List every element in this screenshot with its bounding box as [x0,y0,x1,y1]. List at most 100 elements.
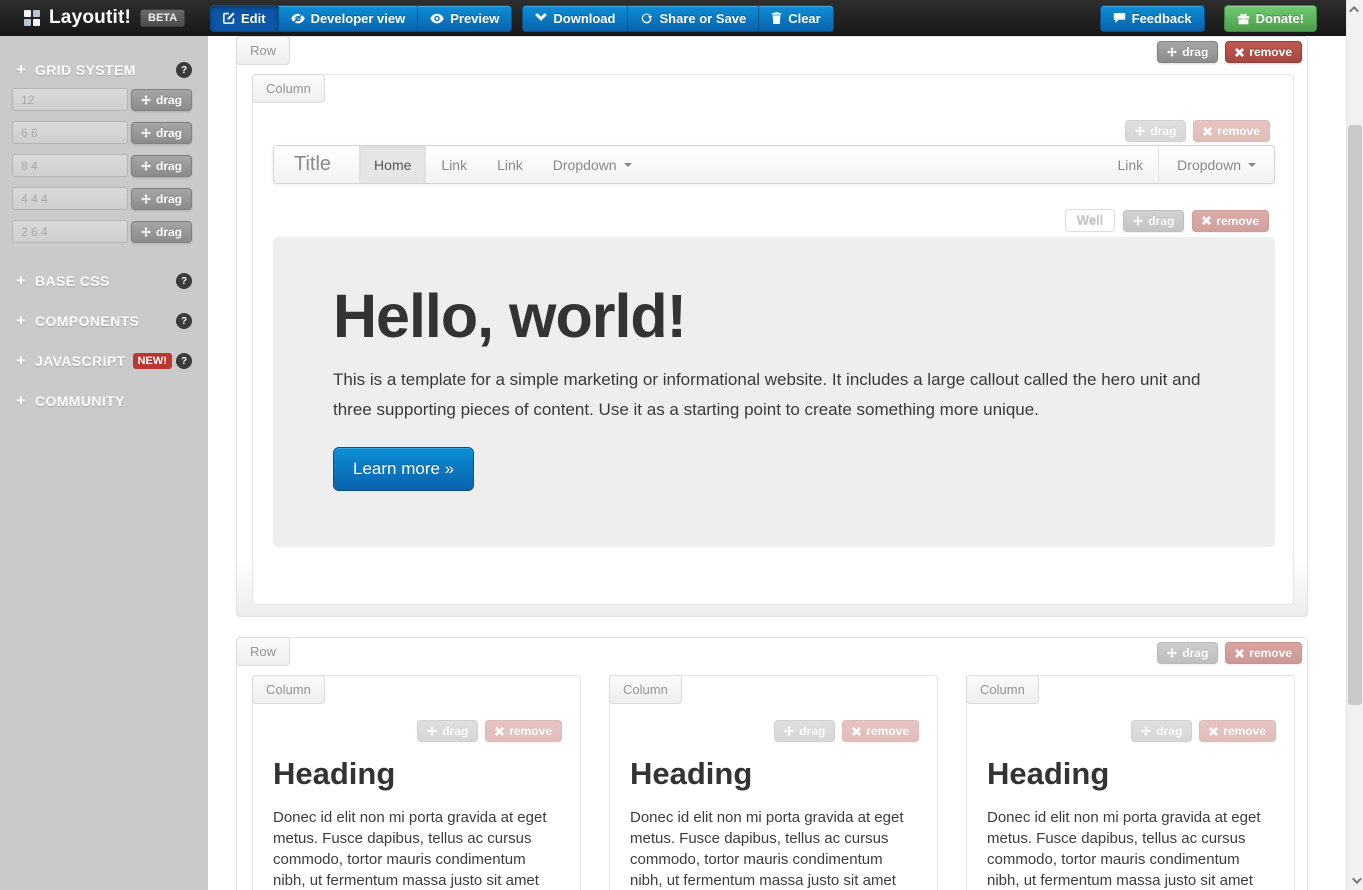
clear-button[interactable]: Clear [759,5,834,32]
x-icon [852,727,861,736]
nav-item-dropdown[interactable]: Dropdown [538,146,647,183]
nav-item-dropdown-right[interactable]: Dropdown [1158,146,1274,183]
nav-item-link-right[interactable]: Link [1102,146,1158,183]
eye-slash-icon [291,13,305,24]
caret-down-icon [1248,163,1256,167]
hero-text: This is a template for a simple marketin… [333,365,1215,425]
move-icon [141,128,151,138]
remove-button[interactable]: remove [842,720,919,742]
navbar-brand[interactable]: Title [274,146,351,183]
drag-handle[interactable]: drag [131,188,192,210]
help-icon[interactable]: ? [176,353,192,369]
remove-button[interactable]: remove [1192,210,1269,232]
drag-handle[interactable]: drag [131,155,192,177]
developer-view-button[interactable]: Developer view [279,5,419,32]
move-icon [141,227,151,237]
plus-icon: + [16,63,26,77]
move-icon [1167,648,1177,658]
download-button[interactable]: Download [522,5,628,32]
navbar-widget: Title Home Link Link Dropdown Link [273,145,1275,184]
edit-button[interactable]: Edit [210,5,279,32]
preview-button[interactable]: Preview [418,5,512,32]
share-icon [640,12,653,25]
drag-handle[interactable]: drag [1157,41,1218,63]
column-text: Donec id elit non mi porta gravida at eg… [630,807,917,890]
x-icon [1209,727,1218,736]
column-widget: Column drag remove Heading Donec id elit… [966,675,1295,890]
move-icon [1135,126,1145,136]
remove-button[interactable]: remove [1225,642,1302,664]
drag-handle[interactable]: drag [1157,642,1218,664]
move-icon [141,194,151,204]
new-badge: NEW! [133,353,172,369]
move-icon [1167,47,1177,57]
sidebar-section-grid-system[interactable]: + GRID SYSTEM ? [16,62,192,78]
scroll-up-arrow[interactable] [1347,1,1363,18]
drag-handle[interactable]: drag [1131,720,1192,742]
plus-icon: + [16,394,26,408]
sidebar-section-community[interactable]: + COMMUNITY [16,393,192,409]
drag-handle[interactable]: drag [131,122,192,144]
scrollbar-thumb[interactable] [1348,125,1362,705]
help-icon[interactable]: ? [176,313,192,329]
drag-handle[interactable]: drag [1125,120,1186,142]
layoutit-logo-icon [24,10,40,26]
remove-button[interactable]: remove [1193,120,1270,142]
chevron-down-icon [535,13,547,23]
grid-option-label: 6 6 [12,121,128,144]
sidebar-section-javascript[interactable]: + JAVASCRIPT NEW! ? [16,353,192,369]
x-icon [495,727,504,736]
sidebar-section-components[interactable]: + COMPONENTS ? [16,313,192,329]
help-icon[interactable]: ? [176,62,192,78]
scroll-down-arrow[interactable] [1347,872,1363,889]
well-chip: Well [1065,209,1116,232]
remove-button[interactable]: remove [1199,720,1276,742]
nav-item-home[interactable]: Home [359,146,426,183]
sidebar: + GRID SYSTEM ? 12 drag 6 6 drag 8 4 dra… [0,36,208,890]
grid-option-12: 12 drag [12,88,192,111]
column-tab: Column [252,675,325,704]
file-actions-button-group: Download Share or Save Clear [522,5,833,32]
grid-option-2-6-4: 2 6 4 drag [12,220,192,243]
sidebar-section-base-css[interactable]: + BASE CSS ? [16,273,192,289]
topbar-right-actions: Feedback Donate! [1100,5,1317,32]
speech-bubble-icon [1113,12,1126,24]
trash-icon [771,12,782,25]
donate-button[interactable]: Donate! [1224,5,1317,32]
move-icon [1133,216,1143,226]
nav-item-link-2[interactable]: Link [482,146,538,183]
column-controls: drag remove [417,720,562,742]
pencil-square-icon [223,12,235,24]
share-or-save-button[interactable]: Share or Save [628,5,759,32]
nav-item-link-1[interactable]: Link [426,146,482,183]
column-heading: Heading [987,756,1274,792]
drag-handle[interactable]: drag [774,720,835,742]
gift-icon [1237,12,1250,25]
well-controls: Well drag remove [1065,209,1269,232]
drag-handle[interactable]: drag [131,89,192,111]
drag-handle[interactable]: drag [1123,210,1184,232]
column-text: Donec id elit non mi porta gravida at eg… [987,807,1274,890]
hero-unit-widget: Hello, world! This is a template for a s… [273,237,1275,547]
beta-badge: BETA [140,9,185,27]
grid-option-label: 4 4 4 [12,187,128,210]
column-content: Heading Donec id elit non mi porta gravi… [253,676,580,890]
remove-button[interactable]: remove [485,720,562,742]
view-mode-button-group: Edit Developer view Preview [210,5,512,32]
row-widget: Row drag remove Column drag remove [236,36,1308,617]
help-icon[interactable]: ? [176,273,192,289]
caret-down-icon [624,163,632,167]
drag-handle[interactable]: drag [131,221,192,243]
remove-button[interactable]: remove [1225,41,1302,63]
vertical-scrollbar [1346,0,1363,890]
feedback-button[interactable]: Feedback [1100,5,1205,32]
learn-more-button[interactable]: Learn more » [333,447,474,491]
navbar-right-group: Link Dropdown [1102,146,1274,183]
plus-icon: + [16,354,26,368]
row-widget: Row drag remove Column drag remove [236,637,1308,890]
row-controls: drag remove [1157,642,1302,664]
chevron-down-icon [1352,874,1362,884]
move-icon [141,95,151,105]
column-widget: Column drag remove Heading Donec id elit… [252,675,581,890]
drag-handle[interactable]: drag [417,720,478,742]
